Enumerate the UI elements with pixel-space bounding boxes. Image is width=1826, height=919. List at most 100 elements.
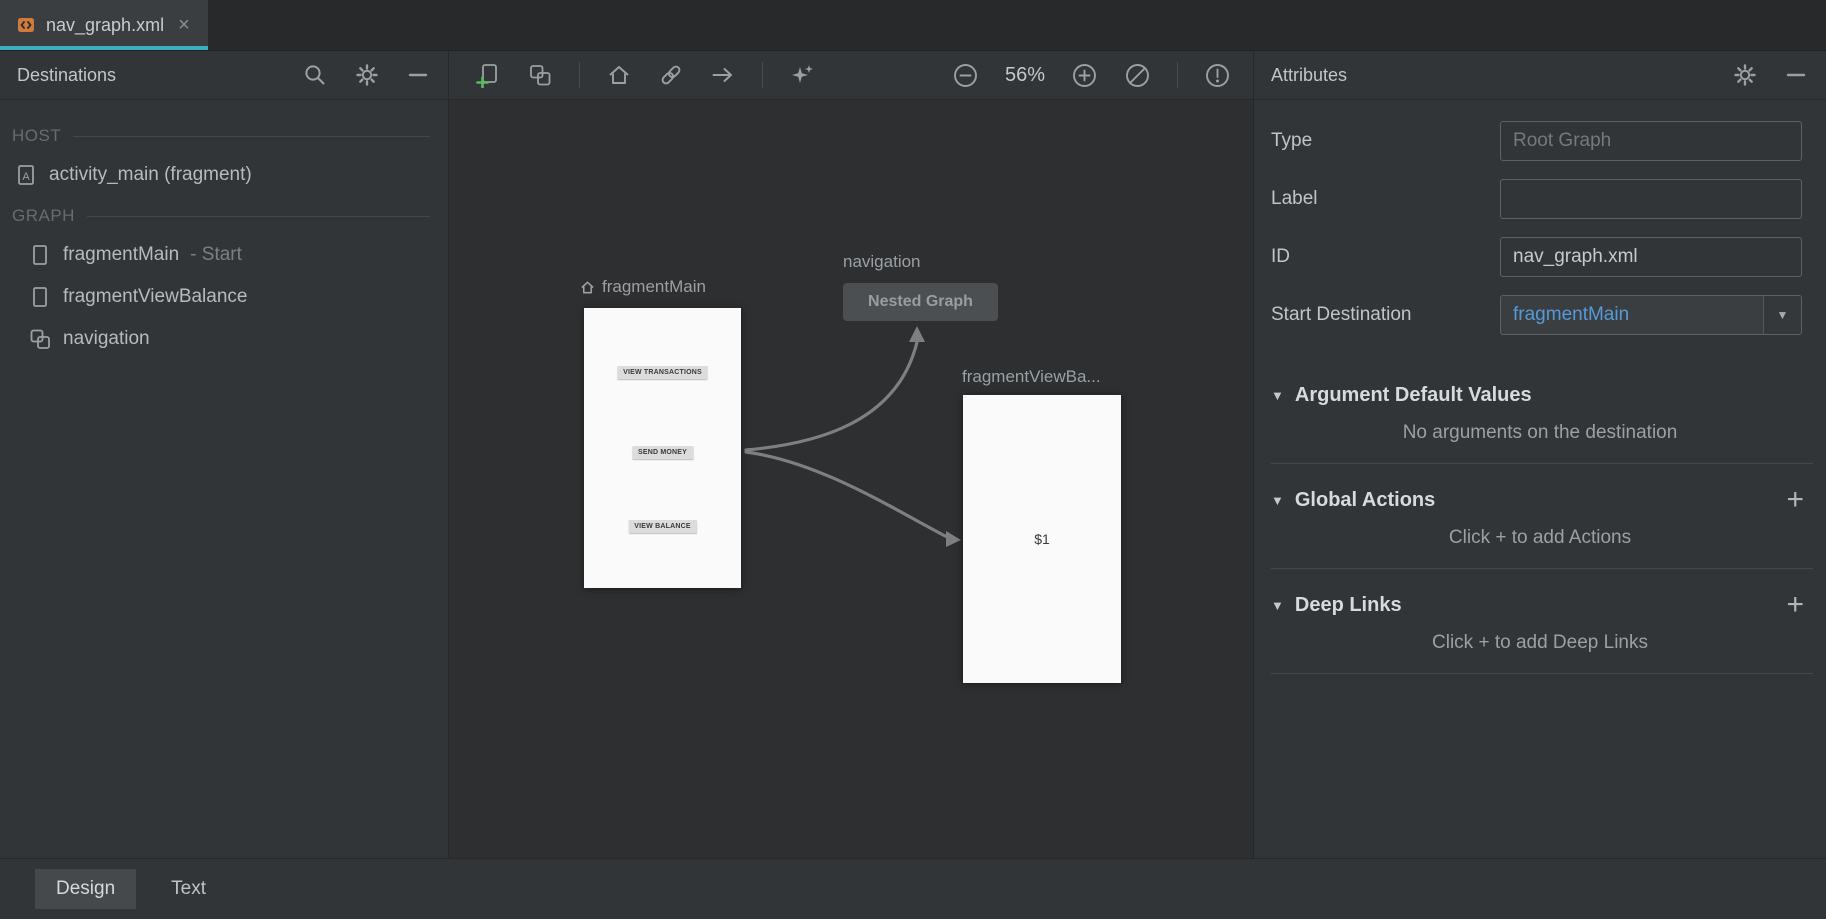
node-label-text: fragmentViewBa... (962, 367, 1101, 387)
start-destination-dropdown[interactable]: fragmentMain ▼ (1500, 295, 1802, 335)
zoom-in-icon[interactable] (1071, 62, 1098, 89)
toolbar-zoom-group: 56% (952, 62, 1231, 89)
field-row-label: Label (1254, 170, 1826, 228)
close-tab-icon[interactable]: × (178, 15, 190, 35)
toolbar-separator (1177, 62, 1178, 88)
section-header[interactable]: ▼ Argument Default Values (1254, 384, 1826, 407)
active-tab-underline (0, 46, 208, 50)
type-field-label: Type (1271, 130, 1500, 152)
nested-graph-chip-label: Nested Graph (868, 293, 973, 311)
tab-text[interactable]: Text (150, 869, 227, 909)
section-empty-text: No arguments on the destination (1254, 422, 1826, 444)
label-field[interactable] (1500, 179, 1802, 219)
hide-panel-icon[interactable] (1784, 63, 1808, 87)
preview-text: $1 (1034, 531, 1050, 547)
type-field[interactable] (1500, 121, 1802, 161)
nav-graph-canvas[interactable]: fragmentMain VIEW TRANSACTIONS SEND MONE… (449, 100, 1253, 858)
dropdown-arrow-icon[interactable]: ▼ (1763, 296, 1801, 334)
id-field-label: ID (1271, 246, 1500, 268)
attributes-form: Type Label ID Start Destination fragment… (1254, 100, 1826, 674)
action-edges (449, 100, 1251, 858)
main-area: Destinations HOST (0, 51, 1826, 858)
svg-text:A: A (22, 171, 30, 183)
zoom-out-icon[interactable] (952, 62, 979, 89)
toolbar-left-group (475, 62, 815, 88)
editor-tab-nav-graph[interactable]: nav_graph.xml × (0, 0, 208, 50)
destinations-panel-header: Destinations (0, 51, 448, 100)
toolbar-separator (762, 62, 763, 88)
node-label-text: fragmentMain (602, 277, 706, 297)
attributes-panel-title: Attributes (1271, 65, 1347, 86)
section-divider (1271, 673, 1813, 674)
tree-section-host: HOST (0, 116, 448, 154)
fragment-icon (28, 285, 52, 309)
warnings-errors-icon[interactable] (1204, 62, 1231, 89)
section-header[interactable]: ▼ Global Actions + (1254, 488, 1826, 512)
fragment-icon (28, 243, 52, 267)
section-rule (73, 136, 430, 137)
chevron-down-icon[interactable]: ▼ (1271, 493, 1284, 508)
section-header[interactable]: ▼ Deep Links + (1254, 593, 1826, 617)
host-section-label: HOST (12, 126, 61, 146)
tree-item-label: fragmentViewBalance (63, 286, 247, 308)
tree-item-label: navigation (63, 328, 150, 350)
gear-icon[interactable] (1732, 62, 1758, 88)
section-deep-links: ▼ Deep Links + Click + to add Deep Links (1254, 593, 1826, 674)
hide-panel-icon[interactable] (406, 63, 430, 87)
toolbar-separator (579, 62, 580, 88)
zoom-level-label: 56% (1005, 64, 1045, 87)
section-title: Deep Links (1295, 594, 1402, 617)
field-row-start-destination: Start Destination fragmentMain ▼ (1254, 286, 1826, 344)
node-label-fragment-view-balance[interactable]: fragmentViewBa... (962, 367, 1101, 387)
deep-link-icon[interactable] (658, 62, 684, 88)
section-empty-text: Click + to add Actions (1254, 527, 1826, 549)
node-label-text: navigation (843, 252, 921, 272)
field-row-type: Type (1254, 112, 1826, 170)
action-edge-arrowhead (946, 531, 961, 547)
node-nested-graph[interactable]: Nested Graph (843, 283, 998, 321)
gear-icon[interactable] (354, 62, 380, 88)
node-label-fragment-main[interactable]: fragmentMain (580, 277, 706, 297)
tree-item-activity-main[interactable]: A activity_main (fragment) (0, 154, 448, 196)
editor-tabstrip: nav_graph.xml × (0, 0, 1826, 51)
start-destination-field-label: Start Destination (1271, 304, 1500, 326)
preview-button: VIEW TRANSACTIONS (617, 366, 708, 379)
nested-graph-icon (28, 327, 52, 351)
tree-item-label: activity_main (fragment) (49, 164, 252, 186)
start-destination-value: fragmentMain (1501, 304, 1763, 326)
add-action-button[interactable]: + (1786, 488, 1804, 512)
section-divider (1271, 568, 1813, 569)
node-fragment-view-balance-preview[interactable]: $1 (963, 395, 1121, 683)
action-edge-to-fragment-view-balance[interactable] (746, 452, 947, 537)
add-deep-link-button[interactable]: + (1786, 593, 1804, 617)
new-nested-graph-icon[interactable] (527, 62, 553, 88)
id-field[interactable] (1500, 237, 1802, 277)
destinations-panel-title: Destinations (17, 65, 116, 86)
node-label-navigation[interactable]: navigation (843, 252, 921, 272)
action-arrow-icon[interactable] (710, 62, 736, 88)
tab-design[interactable]: Design (35, 869, 136, 909)
auto-arrange-magic-icon[interactable] (789, 62, 815, 88)
design-surface: 56% (449, 51, 1253, 858)
field-row-id: ID (1254, 228, 1826, 286)
tree-item-fragment-main[interactable]: fragmentMain - Start (0, 234, 448, 276)
label-field-label: Label (1271, 188, 1500, 210)
assign-start-home-icon[interactable] (606, 62, 632, 88)
tree-item-label: fragmentMain (63, 244, 179, 266)
node-fragment-main-preview[interactable]: VIEW TRANSACTIONS SEND MONEY VIEW BALANC… (584, 308, 741, 588)
tree-item-navigation[interactable]: navigation (0, 318, 448, 360)
section-argument-default-values: ▼ Argument Default Values No arguments o… (1254, 384, 1826, 464)
destinations-tree: HOST A activity_main (fragment) GRAPH (0, 100, 448, 360)
search-icon[interactable] (302, 62, 328, 88)
section-global-actions: ▼ Global Actions + Click + to add Action… (1254, 488, 1826, 569)
zoom-to-fit-icon[interactable] (1124, 62, 1151, 89)
add-destination-icon[interactable] (475, 62, 501, 88)
section-divider (1271, 463, 1813, 464)
tree-item-fragment-view-balance[interactable]: fragmentViewBalance (0, 276, 448, 318)
section-rule (87, 216, 430, 217)
action-edge-to-navigation[interactable] (746, 342, 917, 450)
section-empty-text: Click + to add Deep Links (1254, 632, 1826, 654)
android-studio-nav-editor: nav_graph.xml × Destinations (0, 0, 1826, 919)
chevron-down-icon[interactable]: ▼ (1271, 598, 1284, 613)
chevron-down-icon[interactable]: ▼ (1271, 388, 1284, 403)
